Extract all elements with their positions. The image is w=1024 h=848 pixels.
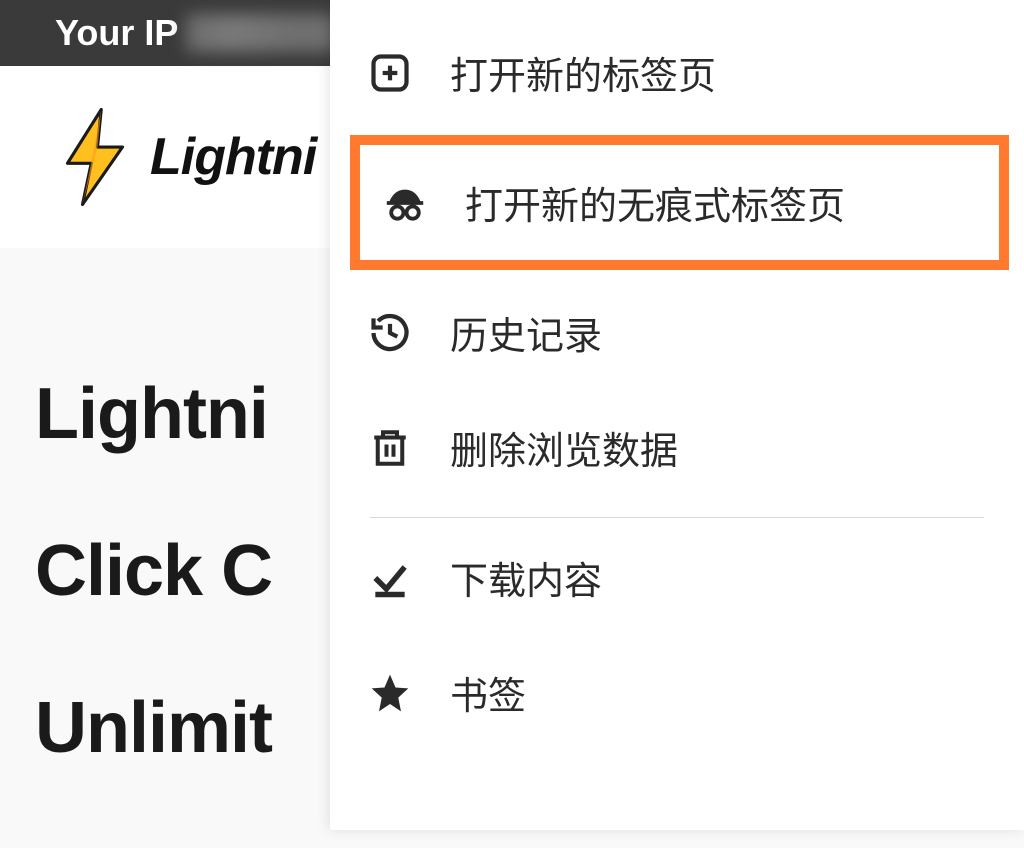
menu-divider bbox=[370, 517, 984, 518]
menu-clear-browsing-data[interactable]: 删除浏览数据 bbox=[330, 390, 1024, 505]
history-icon bbox=[365, 308, 415, 358]
lightning-icon bbox=[55, 107, 135, 207]
menu-bookmarks[interactable]: 书签 bbox=[330, 635, 1024, 750]
incognito-icon bbox=[380, 178, 430, 228]
menu-label: 下载内容 bbox=[450, 550, 602, 605]
trash-icon bbox=[365, 423, 415, 473]
menu-label: 打开新的标签页 bbox=[450, 45, 716, 100]
ip-label: Your IP bbox=[55, 12, 178, 54]
menu-label: 书签 bbox=[450, 665, 526, 720]
menu-new-tab[interactable]: 打开新的标签页 bbox=[330, 15, 1024, 130]
ip-value-blurred bbox=[186, 14, 336, 52]
star-icon bbox=[365, 668, 415, 718]
menu-history[interactable]: 历史记录 bbox=[330, 275, 1024, 390]
menu-label: 历史记录 bbox=[450, 305, 602, 360]
menu-label: 打开新的无痕式标签页 bbox=[465, 175, 845, 230]
menu-downloads[interactable]: 下载内容 bbox=[330, 520, 1024, 635]
menu-label: 删除浏览数据 bbox=[450, 420, 678, 475]
download-check-icon bbox=[365, 553, 415, 603]
plus-square-icon bbox=[365, 48, 415, 98]
brand-name: Lightni bbox=[150, 127, 316, 187]
menu-new-incognito-tab[interactable]: 打开新的无痕式标签页 bbox=[350, 135, 1009, 270]
browser-menu: 打开新的标签页 打开新的无痕式标签页 历史记录 bbox=[330, 0, 1024, 830]
